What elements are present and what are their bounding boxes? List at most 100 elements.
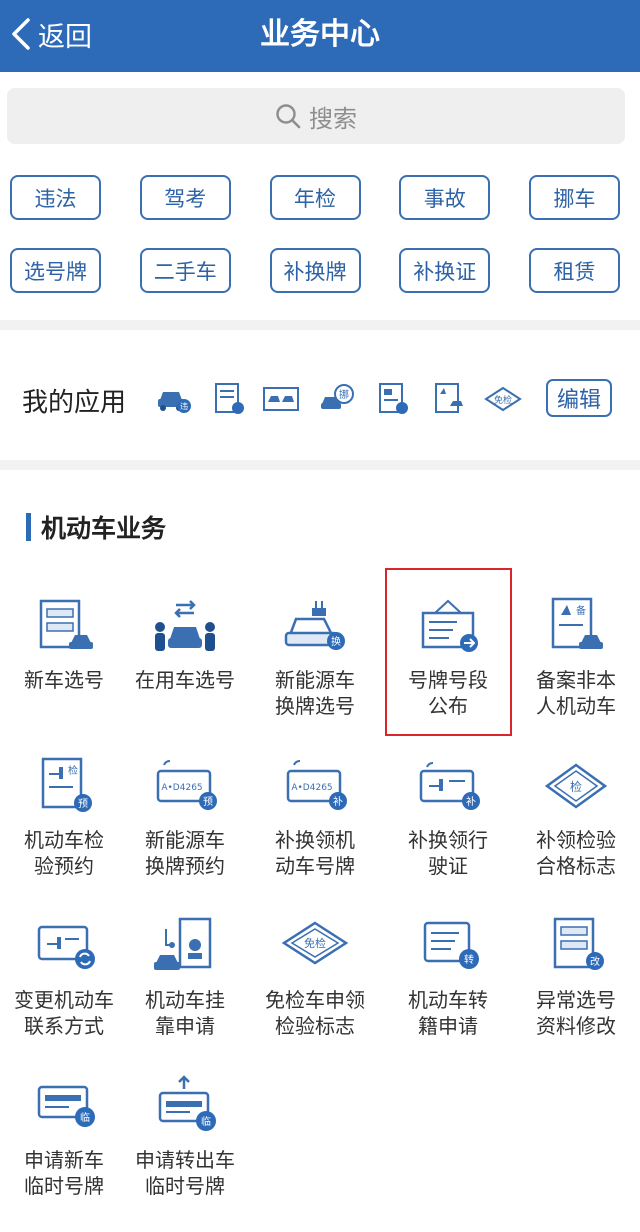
service-label: 异常选号 资料修改 xyxy=(536,988,616,1038)
service-label: 机动车检 验预约 xyxy=(24,828,104,878)
section-title: 机动车业务 xyxy=(41,514,167,543)
ev-plate-icon: 换 xyxy=(284,601,345,650)
section-header: 机动车业务 xyxy=(26,512,167,543)
svg-text:备: 备 xyxy=(576,604,586,617)
search-icon xyxy=(276,104,301,129)
service-new-plate[interactable]: 新车选号 xyxy=(0,595,128,755)
move-car-icon: 挪 xyxy=(321,384,354,409)
service-replace-plate[interactable]: A•D4265 补 补换领机 动车号牌 xyxy=(251,755,379,915)
service-label: 新能源车 换牌选号 xyxy=(275,668,355,718)
section-divider xyxy=(0,460,640,470)
svg-text:检: 检 xyxy=(68,764,78,777)
service-registration[interactable]: 备 备案非本 人机动车 xyxy=(512,595,640,755)
tag-driving-test[interactable]: 驾考 xyxy=(139,175,231,220)
service-label: 机动车挂 靠申请 xyxy=(145,988,225,1038)
service-label: 变更机动车 联系方式 xyxy=(14,988,114,1038)
service-label: 在用车选号 xyxy=(135,668,235,692)
svg-text:改: 改 xyxy=(590,955,600,968)
quick-tags: 违法 驾考 年检 事故 挪车 选号牌 二手车 补换牌 补换证 租赁 xyxy=(10,175,632,321)
tag-select-plate[interactable]: 选号牌 xyxy=(10,248,101,293)
replace-license-icon: 补 xyxy=(419,762,480,810)
service-inspection-mark[interactable]: 检 补领检验 合格标志 xyxy=(512,755,640,915)
inspection-exempt-icon: 免检 xyxy=(484,386,522,412)
tag-row: 违法 驾考 年检 事故 挪车 xyxy=(10,175,620,220)
inspection-booking-icon: 检 预 xyxy=(41,757,92,812)
registration-icon: 备 xyxy=(551,597,603,649)
service-exempt-mark[interactable]: 免检 免检车申领 检验标志 xyxy=(251,915,379,1075)
car-violation-icon: 违 xyxy=(158,392,191,413)
page-title: 业务中心 xyxy=(260,17,380,52)
my-apps-bar: 我的应用 违 挪 免检 编辑 xyxy=(0,340,640,458)
highlight-box xyxy=(385,568,512,736)
tag-replace-plate[interactable]: 补换牌 xyxy=(269,248,361,293)
change-contact-icon xyxy=(37,925,95,969)
svg-text:免检: 免检 xyxy=(304,936,326,950)
new-plate-icon xyxy=(39,599,93,649)
svg-text:免检: 免检 xyxy=(494,394,512,406)
temp-plate-new-icon: 临 xyxy=(37,1085,95,1127)
svg-text:A•D4265: A•D4265 xyxy=(161,783,202,793)
service-transfer[interactable]: 转 机动车转 籍申请 xyxy=(384,915,512,1075)
tag-accident[interactable]: 事故 xyxy=(399,175,491,220)
service-label: 备案非本 人机动车 xyxy=(536,668,616,718)
replace-plate-icon: A•D4265 补 xyxy=(286,760,347,810)
svg-text:检: 检 xyxy=(570,779,582,794)
document-icon xyxy=(215,383,244,414)
ev-plate-booking-icon: A•D4265 预 xyxy=(156,760,217,810)
search-placeholder: 搜索 xyxy=(309,104,357,133)
service-label: 新车选号 xyxy=(24,668,104,692)
plates-icon xyxy=(263,387,299,411)
exempt-mark-icon: 免检 xyxy=(281,921,349,965)
tag-violation[interactable]: 违法 xyxy=(10,175,101,220)
business-center-screen: 返回 业务中心 搜索 违法 驾考 年检 事故 挪车 选号牌 二手车 补换牌 补换… xyxy=(0,0,640,1232)
svg-text:A•D4265: A•D4265 xyxy=(291,783,332,793)
service-label: 机动车转 籍申请 xyxy=(408,988,488,1038)
service-label: 申请转出车 临时号牌 xyxy=(135,1148,235,1198)
registration-icon xyxy=(435,383,463,413)
tag-annual-inspection[interactable]: 年检 xyxy=(269,175,361,220)
inspection-mark-icon: 检 xyxy=(544,763,608,809)
service-temp-plate-new[interactable]: 临 申请新车 临时号牌 xyxy=(0,1075,128,1232)
abnormal-edit-icon: 改 xyxy=(553,917,604,970)
svg-text:临: 临 xyxy=(201,1115,211,1128)
service-label: 补换领机 动车号牌 xyxy=(275,828,355,878)
service-label: 申请新车 临时号牌 xyxy=(24,1148,104,1198)
service-used-car-plate[interactable]: 在用车选号 xyxy=(121,595,249,755)
service-label: 补领检验 合格标志 xyxy=(536,828,616,878)
service-change-contact[interactable]: 变更机动车 联系方式 xyxy=(0,915,128,1075)
service-affiliation[interactable]: 机动车挂 靠申请 xyxy=(121,915,249,1075)
temp-plate-out-icon: 临 xyxy=(158,1075,216,1131)
service-ev-plate[interactable]: 换 新能源车 换牌选号 xyxy=(251,595,379,755)
service-ev-plate-booking[interactable]: A•D4265 预 新能源车 换牌预约 xyxy=(121,755,249,915)
svg-text:预: 预 xyxy=(78,798,88,810)
service-inspection-booking[interactable]: 检 预 机动车检 验预约 xyxy=(0,755,128,915)
service-label: 免检车申领 检验标志 xyxy=(265,988,365,1038)
svg-text:临: 临 xyxy=(80,1111,90,1124)
service-replace-license[interactable]: 补 补换领行 驶证 xyxy=(384,755,512,915)
section-divider xyxy=(0,320,640,330)
tag-row: 选号牌 二手车 补换牌 补换证 租赁 xyxy=(10,248,620,293)
svg-text:挪: 挪 xyxy=(339,388,349,401)
tag-rental[interactable]: 租赁 xyxy=(529,248,620,293)
header: 返回 业务中心 xyxy=(0,0,640,72)
service-temp-plate-out[interactable]: 临 申请转出车 临时号牌 xyxy=(121,1075,249,1232)
section-accent-bar xyxy=(26,513,31,541)
search-input[interactable]: 搜索 xyxy=(7,88,625,144)
used-car-plate-icon xyxy=(155,600,215,651)
tag-used-car[interactable]: 二手车 xyxy=(139,248,231,293)
pre-book-icon xyxy=(379,383,408,414)
svg-text:补: 补 xyxy=(333,795,343,808)
svg-text:转: 转 xyxy=(464,953,474,966)
service-label: 新能源车 换牌预约 xyxy=(145,828,225,878)
svg-text:预: 预 xyxy=(203,796,213,808)
transfer-icon: 转 xyxy=(423,921,479,969)
svg-text:违: 违 xyxy=(180,402,188,411)
service-label: 补换领行 驶证 xyxy=(408,828,488,878)
svg-text:换: 换 xyxy=(331,635,341,648)
service-abnormal-edit[interactable]: 改 异常选号 资料修改 xyxy=(512,915,640,1075)
tag-move-car[interactable]: 挪车 xyxy=(529,175,620,220)
edit-button[interactable]: 编辑 xyxy=(546,379,612,417)
tag-replace-license[interactable]: 补换证 xyxy=(399,248,491,293)
svg-text:补: 补 xyxy=(466,795,476,808)
my-apps-title: 我的应用 xyxy=(22,388,127,418)
